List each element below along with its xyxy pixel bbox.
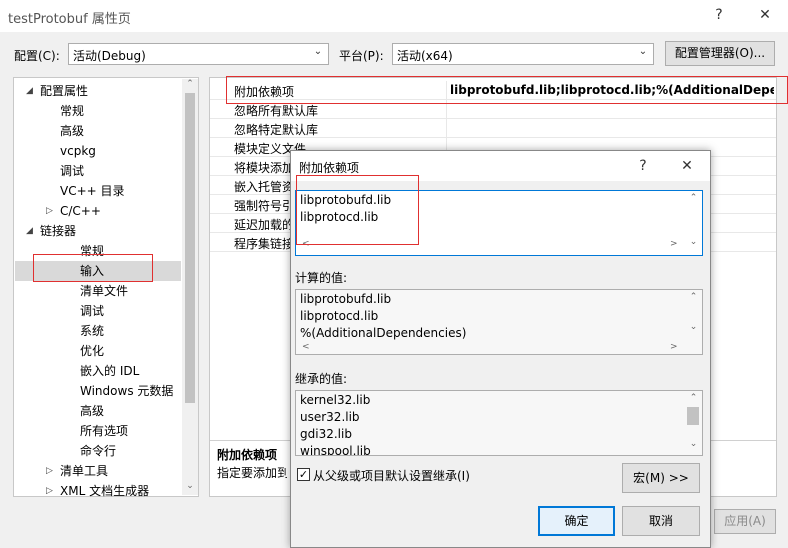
inherited-values-box: kernel32.lib user32.lib gdi32.lib winspool.… — [295, 390, 703, 456]
text-line: libprotobufd.lib — [300, 292, 392, 306]
column-divider — [446, 81, 447, 100]
text-line: libprotocd.lib — [300, 210, 379, 224]
property-value[interactable]: libprotobufd.lib;libprotocd.lib;%(Additi… — [450, 83, 774, 97]
text-line: kernel32.lib — [300, 393, 371, 407]
chevron-down-icon: ⌄ — [313, 46, 323, 57]
tree-item[interactable]: 清单文件 — [80, 281, 128, 301]
property-row[interactable]: 忽略所有默认库 — [210, 100, 776, 119]
deps-edit-box[interactable]: libprotobufd.lib libprotocd.lib ⌃ ⌄ < > — [295, 190, 703, 256]
collapsed-icon[interactable]: ▷ — [46, 486, 53, 496]
scroll-down-icon[interactable]: ⌄ — [685, 439, 702, 449]
tree-item[interactable]: VC++ 目录 — [60, 181, 125, 201]
text-line: libprotobufd.lib — [300, 193, 392, 207]
property-row[interactable]: 附加依赖项 libprotobufd.lib;libprotocd.lib;%(A… — [210, 81, 776, 100]
tree-scrollbar[interactable]: ⌃ ⌄ — [182, 79, 198, 495]
property-row[interactable]: 忽略特定默认库 — [210, 119, 776, 138]
scroll-left-icon[interactable]: < — [302, 239, 310, 249]
tree-item[interactable]: 高级 — [60, 121, 84, 141]
tree-item[interactable]: C/C++ — [60, 201, 101, 221]
tree-item[interactable]: 常规 — [80, 241, 104, 261]
macro-button[interactable]: 宏(M) >> — [622, 463, 700, 493]
additional-deps-dialog: 附加依赖项 ? ✕ libprotobufd.lib libprotocd.lib… — [290, 150, 711, 548]
text-line: %(AdditionalDependencies) — [300, 326, 467, 340]
tree-item[interactable]: 调试 — [60, 161, 84, 181]
help-icon[interactable]: ? — [704, 4, 734, 26]
computed-values-box: libprotobufd.lib libprotocd.lib %(Addition… — [295, 289, 703, 355]
window-title: testProtobuf 属性页 — [8, 12, 131, 27]
tree-item[interactable]: 嵌入的 IDL — [80, 361, 139, 381]
desc-title: 附加依赖项 — [217, 448, 278, 462]
platform-combo[interactable]: 活动(x64) ⌄ — [392, 43, 654, 65]
tree-item[interactable]: 命令行 — [80, 441, 116, 461]
dialog-close-icon[interactable]: ✕ — [672, 155, 702, 177]
scroll-up-icon[interactable]: ⌃ — [685, 193, 702, 203]
tree-item[interactable]: 配置属性 — [40, 81, 88, 101]
config-combo[interactable]: 活动(Debug) ⌄ — [68, 43, 329, 65]
tree-item[interactable]: 高级 — [80, 401, 104, 421]
property-name: 忽略特定默认库 — [234, 123, 319, 137]
tree-item[interactable]: 清单工具 — [60, 461, 108, 481]
expanded-icon[interactable]: ◢ — [26, 86, 33, 96]
platform-value: 活动(x64) — [397, 49, 453, 63]
desc-text: 指定要添加到命令行的附加项 — [217, 466, 287, 480]
inherit-checkbox-label[interactable]: 从父级或项目默认设置继承(I) — [313, 467, 470, 484]
scroll-right-icon[interactable]: > — [670, 342, 678, 352]
expanded-icon[interactable]: ◢ — [26, 226, 33, 236]
column-divider — [446, 100, 447, 119]
tree-item[interactable]: 优化 — [80, 341, 104, 361]
inherit-checkbox[interactable]: ✓ — [297, 468, 310, 481]
text-line: gdi32.lib — [300, 427, 352, 441]
close-icon[interactable]: ✕ — [750, 4, 780, 26]
tree-item[interactable]: 调试 — [80, 301, 104, 321]
scroll-left-icon[interactable]: < — [302, 342, 310, 352]
property-name: 附加依赖项 — [234, 85, 295, 99]
text-line: user32.lib — [300, 410, 360, 424]
computed-label: 计算的值: — [295, 271, 348, 285]
tree-item[interactable]: 系统 — [80, 321, 104, 341]
scroll-down-icon[interactable]: ⌄ — [685, 322, 702, 332]
dialog-help-icon[interactable]: ? — [628, 155, 658, 177]
scroll-up-icon[interactable]: ⌃ — [685, 292, 702, 302]
tree-item[interactable]: vcpkg — [60, 141, 96, 161]
apply-button[interactable]: 应用(A) — [714, 509, 776, 534]
text-line: libprotocd.lib — [300, 309, 379, 323]
tree-item[interactable]: XML 文档生成器 — [60, 481, 149, 501]
scroll-thumb[interactable] — [185, 93, 195, 403]
config-value: 活动(Debug) — [73, 49, 146, 63]
tree-item[interactable]: 输入 — [80, 261, 104, 281]
tree-panel: ◢ 配置属性 常规 高级 vcpkg 调试 VC++ 目录 ▷ C/C++ ◢ 链接器 常规 输入 清单文… — [13, 77, 199, 498]
tree-item[interactable]: 链接器 — [40, 221, 76, 241]
inherited-label: 继承的值: — [295, 372, 348, 386]
collapsed-icon[interactable]: ▷ — [46, 206, 53, 216]
scroll-right-icon[interactable]: > — [670, 239, 678, 249]
scroll-up-icon[interactable]: ⌃ — [182, 79, 198, 91]
collapsed-icon[interactable]: ▷ — [46, 466, 53, 476]
chevron-down-icon: ⌄ — [638, 46, 648, 57]
ok-button[interactable]: 确定 — [538, 506, 615, 536]
title-bar: testProtobuf 属性页 ? ✕ — [0, 0, 788, 32]
text-line: winspool.lib — [300, 444, 371, 456]
dialog-title: 附加依赖项 — [299, 161, 360, 175]
tree-item[interactable]: 常规 — [60, 101, 84, 121]
cancel-button[interactable]: 取消 — [622, 506, 700, 536]
platform-label: 平台(P): — [339, 49, 384, 63]
config-label: 配置(C): — [14, 49, 60, 63]
dialog-title-bar: 附加依赖项 ? ✕ — [291, 151, 710, 181]
tree-item[interactable]: 所有选项 — [80, 421, 128, 441]
config-manager-button[interactable]: 配置管理器(O)... — [665, 41, 775, 66]
scroll-thumb[interactable] — [687, 407, 699, 425]
scroll-down-icon[interactable]: ⌄ — [182, 481, 198, 493]
scroll-up-icon[interactable]: ⌃ — [685, 393, 702, 403]
column-divider — [446, 119, 447, 138]
tree-item[interactable]: Windows 元数据 — [80, 381, 173, 401]
scroll-down-icon[interactable]: ⌄ — [685, 237, 702, 247]
property-name: 忽略所有默认库 — [234, 104, 319, 118]
